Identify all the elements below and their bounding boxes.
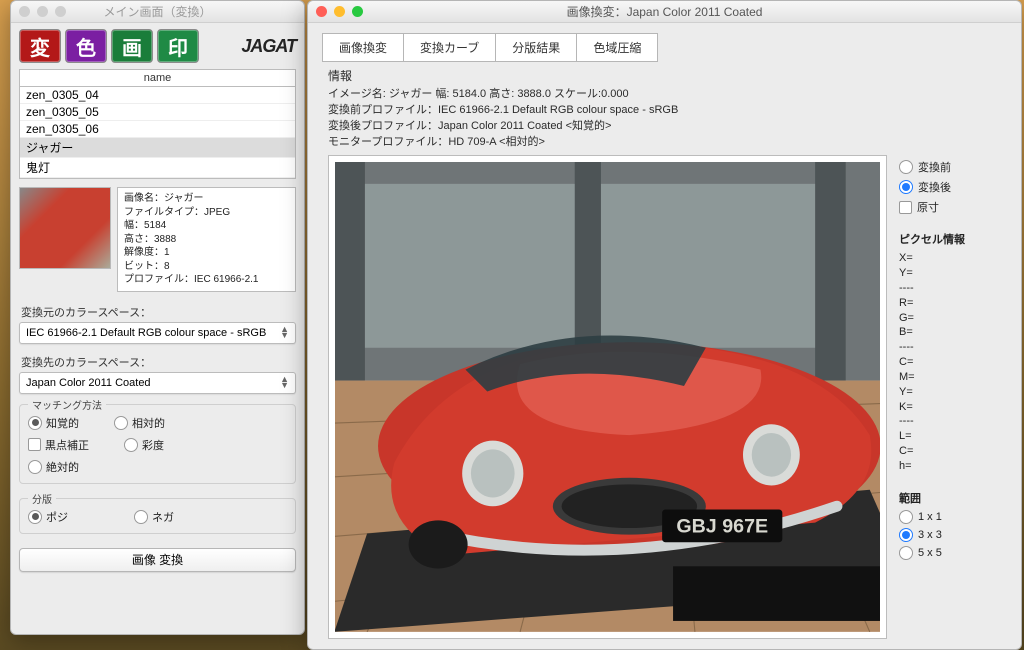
meta-line: 高さ：3888 [124, 233, 289, 247]
image-meta: 画像名：ジャガー ファイルタイプ：JPEG 幅：5184 高さ：3888 解像度… [117, 187, 296, 292]
preview-area[interactable]: GBJ 967E [328, 155, 887, 639]
titlebar-left[interactable]: メイン画面（変換） [11, 1, 304, 23]
sep-positive[interactable]: ポジ [28, 509, 128, 525]
meta-line: ファイルタイプ：JPEG [124, 206, 289, 220]
chevron-updown-icon: ▲▼ [280, 377, 289, 388]
meta-line: 解像度：1 [124, 246, 289, 260]
zoom-icon[interactable] [55, 6, 66, 17]
range-5x5[interactable]: 5 x 5 [899, 546, 1011, 560]
info-line: 変換後プロファイル：Japan Color 2011 Coated <知覚的> [328, 119, 1001, 135]
checkbox-icon [28, 438, 41, 451]
pixel-info: X=Y=----R=G=B=----C=M=Y=K=----L=C=h= [899, 251, 1011, 474]
list-item[interactable]: zen_0305_04 [20, 87, 295, 104]
radio-icon [899, 160, 913, 174]
radio-icon [899, 180, 913, 194]
preview-window: 画像換変：Japan Color 2011 Coated 画像換変 変換カーブ … [307, 0, 1022, 650]
dst-space-select[interactable]: Japan Color 2011 Coated ▲▼ [19, 372, 296, 394]
side-panel: 変換前 変換後 原寸 ピクセル情報 X=Y=----R=G=B=----C=M=… [899, 155, 1011, 639]
match-absolute[interactable]: 絶対的 [28, 459, 108, 475]
toolbar: 変 色 画 印 JAGAT [11, 23, 304, 69]
view-before[interactable]: 変換前 [899, 159, 1011, 175]
match-perceptual[interactable]: 知覚的 [28, 415, 108, 431]
list-header[interactable]: name [19, 69, 296, 87]
info-line: 変換前プロファイル：IEC 61966-2.1 Default RGB colo… [328, 103, 1001, 119]
list-item[interactable]: zen_0305_06 [20, 121, 295, 138]
titlebar-right[interactable]: 画像換変：Japan Color 2011 Coated [308, 1, 1021, 23]
radio-icon [124, 438, 138, 452]
separation-group: 分版 ポジ ネガ [19, 498, 296, 534]
black-point-check[interactable]: 黒点補正 [28, 437, 118, 453]
list-item[interactable]: ジャガー [20, 138, 295, 158]
checkbox-icon [899, 201, 912, 214]
tab-convert-curve[interactable]: 変換カーブ [404, 33, 496, 62]
close-icon[interactable] [19, 6, 30, 17]
tab-separation-result[interactable]: 分版結果 [496, 33, 577, 62]
match-saturation[interactable]: 彩度 [124, 437, 204, 453]
match-relative[interactable]: 相対的 [114, 415, 194, 431]
matching-label: マッチング方法 [28, 397, 106, 412]
close-icon[interactable] [316, 6, 327, 17]
chevron-updown-icon: ▲▼ [280, 327, 289, 338]
radio-icon [899, 528, 913, 542]
window-title-right: 画像換変：Japan Color 2011 Coated [567, 3, 763, 20]
minimize-icon[interactable] [334, 6, 345, 17]
range-3x3[interactable]: 3 x 3 [899, 528, 1011, 542]
license-plate: GBJ 967E [676, 516, 768, 538]
pixel-info-heading: ピクセル情報 [899, 231, 1011, 247]
src-space-label: 変換元のカラースペース： [21, 304, 294, 320]
tabs: 画像換変 変換カーブ 分版結果 色域圧縮 [308, 23, 1021, 68]
range-heading: 範囲 [899, 490, 1011, 506]
radio-icon [899, 510, 913, 524]
tab-image-convert[interactable]: 画像換変 [322, 33, 404, 62]
window-lights-left[interactable] [19, 6, 66, 17]
radio-icon [134, 510, 148, 524]
radio-icon [28, 460, 42, 474]
window-lights-right[interactable] [316, 6, 363, 17]
thumbnail[interactable] [19, 187, 111, 269]
list-item[interactable]: 鬼灯 [20, 158, 295, 178]
toolbar-btn-convert[interactable]: 変 [19, 29, 61, 63]
separation-label: 分版 [28, 491, 56, 506]
toolbar-btn-image[interactable]: 画 [111, 29, 153, 63]
convert-button[interactable]: 画像 変換 [19, 548, 296, 572]
preview-image: GBJ 967E [335, 162, 880, 632]
radio-icon [114, 416, 128, 430]
radio-icon [28, 416, 42, 430]
dst-space-value: Japan Color 2011 Coated [26, 377, 151, 389]
list-item[interactable]: zen_0305_05 [20, 104, 295, 121]
meta-line: プロファイル：IEC 61966-2.1 [124, 273, 289, 287]
info-line: イメージ名: ジャガー 幅: 5184.0 高さ: 3888.0 スケール:0.… [328, 87, 1001, 103]
dst-space-label: 変換先のカラースペース： [21, 354, 294, 370]
info-heading: 情報 [328, 68, 1001, 85]
thumbnail-row: 画像名：ジャガー ファイルタイプ：JPEG 幅：5184 高さ：3888 解像度… [19, 187, 296, 292]
window-title-left: メイン画面（変換） [103, 3, 211, 20]
matching-group: マッチング方法 知覚的 相対的 黒点補正 彩度 絶対的 [19, 404, 296, 484]
logo: JAGAT [241, 36, 296, 57]
info-line: モニタープロファイル：HD 709-A <相対的> [328, 135, 1001, 151]
view-after[interactable]: 変換後 [899, 179, 1011, 195]
radio-icon [28, 510, 42, 524]
list-item[interactable]: 石楠花 [20, 178, 295, 179]
meta-line: 画像名：ジャガー [124, 192, 289, 206]
image-list[interactable]: zen_0305_04 zen_0305_05 zen_0305_06 ジャガー… [19, 87, 296, 179]
main-window: メイン画面（変換） 変 色 画 印 JAGAT name zen_0305_04… [10, 0, 305, 635]
info-block: 情報 イメージ名: ジャガー 幅: 5184.0 高さ: 3888.0 スケール… [308, 68, 1021, 155]
toolbar-btn-print[interactable]: 印 [157, 29, 199, 63]
minimize-icon[interactable] [37, 6, 48, 17]
meta-line: ビット：8 [124, 260, 289, 274]
range-1x1[interactable]: 1 x 1 [899, 510, 1011, 524]
radio-icon [899, 546, 913, 560]
sep-negative[interactable]: ネガ [134, 509, 214, 525]
tab-gamut-compression[interactable]: 色域圧縮 [577, 33, 658, 62]
toolbar-btn-color[interactable]: 色 [65, 29, 107, 63]
src-space-value: IEC 61966-2.1 Default RGB colour space -… [26, 327, 266, 339]
zoom-icon[interactable] [352, 6, 363, 17]
meta-line: 幅：5184 [124, 219, 289, 233]
view-original-size[interactable]: 原寸 [899, 199, 1011, 215]
src-space-select[interactable]: IEC 61966-2.1 Default RGB colour space -… [19, 322, 296, 344]
